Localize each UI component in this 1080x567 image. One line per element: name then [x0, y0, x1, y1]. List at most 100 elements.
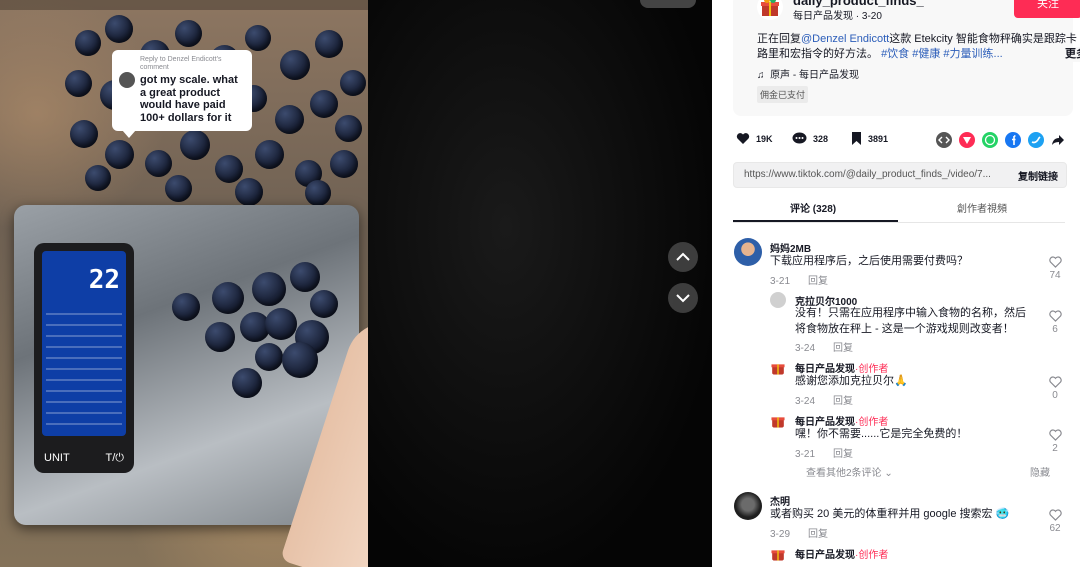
- comment-author[interactable]: 每日产品发现·创作者: [795, 546, 888, 561]
- facebook-icon: [1012, 135, 1016, 145]
- reply-button[interactable]: 回复: [808, 276, 828, 287]
- reply-comment-bubble: Reply to Denzel Endicott's comment got m…: [112, 50, 252, 138]
- save-button[interactable]: 3891: [851, 132, 888, 145]
- tab-comments[interactable]: 评论 (328): [790, 200, 836, 215]
- avatar[interactable]: [770, 546, 786, 562]
- chevron-down-icon: [676, 294, 690, 303]
- blueberry: [235, 178, 263, 206]
- music-info[interactable]: ♫ 原声 - 每日产品发现: [757, 66, 859, 81]
- hashtags[interactable]: #饮食 #健康 #力量训练...: [881, 48, 1003, 60]
- reply-button[interactable]: 回复: [833, 343, 853, 354]
- blueberry: [205, 322, 235, 352]
- blueberry: [245, 25, 271, 51]
- author-meta: 每日产品发现 · 3-20: [793, 11, 882, 22]
- whatsapp-icon: [984, 134, 996, 146]
- avatar[interactable]: [734, 238, 762, 266]
- avatar[interactable]: [770, 360, 786, 376]
- heart-outline-icon: [1048, 310, 1062, 322]
- comment-like-button[interactable]: 0: [1045, 376, 1065, 401]
- comment-like-button[interactable]: 74: [1045, 256, 1065, 281]
- blueberry: [85, 165, 111, 191]
- twitter-icon: [1031, 136, 1041, 144]
- bubble-text: got my scale. what a great product would…: [140, 74, 238, 124]
- video-link-box: https://www.tiktok.com/@daily_product_fi…: [733, 162, 1067, 188]
- avatar[interactable]: [770, 413, 786, 429]
- comment-icon: [792, 132, 807, 144]
- comment-like-count: 6: [1052, 324, 1058, 335]
- blueberry: [310, 90, 338, 118]
- previous-video-button[interactable]: [668, 242, 698, 272]
- mention-link[interactable]: @Denzel Endicott: [801, 33, 889, 45]
- more-button[interactable]: 更多: [1061, 47, 1080, 62]
- blueberry: [290, 262, 320, 292]
- comment-text: 嘿！你不需要......它是完全免费的！: [795, 428, 968, 440]
- blueberry: [340, 70, 366, 96]
- comment-like-count: 74: [1049, 270, 1061, 281]
- like-button[interactable]: 19K: [736, 132, 773, 145]
- twitter-share-button[interactable]: [1028, 132, 1044, 148]
- reply-button[interactable]: 回复: [833, 396, 853, 407]
- video-frame[interactable]: 22 UNIT T/⏻ Reply to Denzel Endicott's c…: [0, 0, 368, 567]
- comment-date: 3-21: [795, 449, 816, 460]
- blueberry: [75, 30, 101, 56]
- comment-date: 3-24: [795, 396, 816, 407]
- music-label: 原声 - 每日产品发现: [770, 70, 859, 81]
- comment-like-button[interactable]: 6: [1045, 310, 1065, 335]
- embed-icon: [938, 136, 950, 144]
- heart-outline-icon: [1048, 429, 1062, 441]
- heart-icon: [736, 133, 750, 144]
- blueberry: [105, 15, 133, 43]
- follow-button[interactable]: 关注: [1014, 0, 1080, 18]
- scale-tare-label: T/⏻: [105, 452, 124, 464]
- scale-unit-label: UNIT: [44, 452, 70, 464]
- close-button[interactable]: [640, 0, 696, 8]
- author-avatar[interactable]: [757, 0, 783, 20]
- video-player[interactable]: 22 UNIT T/⏻ Reply to Denzel Endicott's c…: [0, 0, 712, 567]
- embed-button[interactable]: [936, 132, 952, 148]
- blueberry: [165, 175, 192, 202]
- scale-reading: 22: [88, 265, 120, 295]
- video-info-card: daily_product_finds_ 每日产品发现 · 3-20 关注 正在…: [733, 0, 1080, 116]
- reply-button[interactable]: 回复: [833, 449, 853, 460]
- comment-author-name: 每日产品发现: [795, 550, 855, 561]
- avatar[interactable]: [770, 292, 786, 308]
- comment-meta: 3-21 回复: [770, 272, 828, 287]
- blueberry: [105, 140, 134, 169]
- author-nickname: 每日产品发现: [793, 11, 853, 22]
- hide-replies-button[interactable]: 隐藏: [1030, 464, 1050, 479]
- comment-like-button[interactable]: 2: [1045, 429, 1065, 454]
- facebook-share-button[interactable]: [1005, 132, 1021, 148]
- side-panel: daily_product_finds_ 每日产品发现 · 3-20 关注 正在…: [712, 0, 1080, 567]
- video-link-text[interactable]: https://www.tiktok.com/@daily_product_fi…: [744, 169, 991, 180]
- scale-display: 22 UNIT T/⏻: [34, 243, 134, 473]
- heart-outline-icon: [1048, 509, 1062, 521]
- blueberry: [232, 368, 262, 398]
- video-background: [368, 0, 712, 567]
- reply-button[interactable]: 回复: [808, 529, 828, 540]
- blueberry: [335, 115, 362, 142]
- blueberry: [310, 290, 338, 318]
- blueberry: [255, 343, 283, 371]
- comment-date: 3-24: [795, 343, 816, 354]
- comment-meta: 3-29 回复: [770, 525, 828, 540]
- whatsapp-share-button[interactable]: [982, 132, 998, 148]
- comment-meta: 3-21 回复: [795, 445, 853, 460]
- comment-text: 或者购买 20 美元的体重秤并用 google 搜索宏 🥶: [770, 508, 1010, 520]
- bookmark-icon: [852, 132, 861, 145]
- next-video-button[interactable]: [668, 283, 698, 313]
- send-button[interactable]: [959, 132, 975, 148]
- blueberry: [275, 105, 304, 134]
- video-top-bar: [0, 0, 368, 10]
- comment-like-button[interactable]: 62: [1045, 509, 1065, 534]
- copy-link-button[interactable]: 复制链接: [1018, 168, 1058, 183]
- more-share-button[interactable]: [1050, 132, 1066, 148]
- tab-creator-videos[interactable]: 創作者視頻: [957, 200, 1007, 215]
- gift-icon: [771, 364, 785, 375]
- comment-date: 3-29: [770, 529, 791, 540]
- blueberry: [70, 120, 98, 148]
- avatar[interactable]: [734, 492, 762, 520]
- comment-button[interactable]: 328: [792, 132, 828, 145]
- view-more-replies-button[interactable]: 查看其他2条评论 ⌄: [806, 464, 893, 479]
- comment-like-count: 62: [1049, 523, 1061, 534]
- comment-like-count: 0: [1052, 390, 1058, 401]
